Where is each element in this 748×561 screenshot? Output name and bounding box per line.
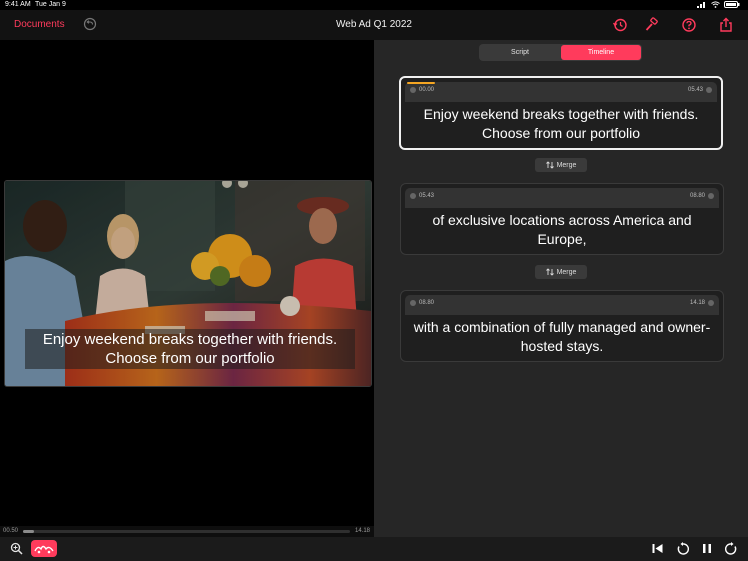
nav-bar: Documents Web Ad Q1 2022 <box>0 10 748 40</box>
merge-icon <box>545 268 554 276</box>
segment-progress <box>407 82 436 84</box>
zoom-icon[interactable] <box>10 542 23 560</box>
segment-out-time[interactable]: 08.80 <box>690 193 714 199</box>
segment-out-time[interactable]: 14.18 <box>690 300 714 306</box>
merge-button[interactable]: Merge <box>535 158 587 172</box>
scrubber-end-time: 14.18 <box>354 528 370 534</box>
tab-script[interactable]: Script <box>480 45 560 60</box>
battery-icon <box>724 1 740 8</box>
view-switcher: Script Timeline <box>479 44 642 61</box>
brand-logo-button[interactable] <box>31 540 57 557</box>
video-caption: Enjoy weekend breaks together with frien… <box>25 329 355 369</box>
segment-text[interactable]: of exclusive locations across America an… <box>401 208 723 255</box>
segment-card[interactable]: 00.00 05.43 Enjoy weekend breaks togethe… <box>399 76 723 150</box>
share-icon[interactable] <box>718 17 734 38</box>
segment-text[interactable]: with a combination of fully managed and … <box>401 315 723 362</box>
signal-icon <box>697 1 707 8</box>
segment-card[interactable]: 05.43 08.80 of exclusive locations acros… <box>400 183 724 255</box>
segment-card[interactable]: 08.80 14.18 with a combination of fully … <box>400 290 724 362</box>
history-icon[interactable] <box>612 17 628 38</box>
scrubber-start-time: 00.50 <box>3 528 19 534</box>
hammer-icon[interactable] <box>644 17 660 38</box>
segment-in-time[interactable]: 05.43 <box>410 193 434 199</box>
segment-header: 00.00 05.43 <box>405 82 717 102</box>
video-panel: Enjoy weekend breaks together with frien… <box>0 40 374 537</box>
in-handle-icon <box>410 300 416 306</box>
in-handle-icon <box>410 87 416 93</box>
scrubber-fill <box>23 530 35 533</box>
wifi-icon <box>711 1 720 8</box>
timeline-panel: Script Timeline 00.00 05.43 Enjoy weeken… <box>374 40 748 537</box>
segment-out-time[interactable]: 05.43 <box>688 87 712 93</box>
segment-header: 05.43 08.80 <box>405 188 719 208</box>
tab-timeline[interactable]: Timeline <box>561 45 641 60</box>
forward-icon[interactable] <box>724 542 738 561</box>
out-handle-icon <box>706 87 712 93</box>
scrubber[interactable]: 00.50 14.18 <box>0 526 374 537</box>
document-title: Web Ad Q1 2022 <box>336 19 412 30</box>
scrubber-track[interactable] <box>23 530 350 533</box>
help-icon[interactable] <box>681 17 697 38</box>
status-time: 9:41 AM <box>5 1 31 8</box>
segment-header: 08.80 14.18 <box>405 295 719 315</box>
brand-logo-icon <box>34 545 54 554</box>
out-handle-icon <box>708 300 714 306</box>
pause-icon[interactable] <box>701 542 713 560</box>
merge-button[interactable]: Merge <box>535 265 587 279</box>
segment-in-time[interactable]: 00.00 <box>410 87 434 93</box>
replay-icon[interactable] <box>676 542 690 561</box>
out-handle-icon <box>708 193 714 199</box>
merge-icon <box>545 161 554 169</box>
status-bar: 9:41 AM Tue Jan 9 <box>0 0 748 10</box>
segment-in-time[interactable]: 08.80 <box>410 300 434 306</box>
status-date: Tue Jan 9 <box>35 1 66 8</box>
skip-back-icon[interactable] <box>651 542 664 560</box>
in-handle-icon <box>410 193 416 199</box>
status-icons <box>697 1 740 8</box>
segment-text[interactable]: Enjoy weekend breaks together with frien… <box>401 102 721 149</box>
video-preview[interactable]: Enjoy weekend breaks together with frien… <box>4 180 372 387</box>
bottom-toolbar <box>0 537 748 561</box>
